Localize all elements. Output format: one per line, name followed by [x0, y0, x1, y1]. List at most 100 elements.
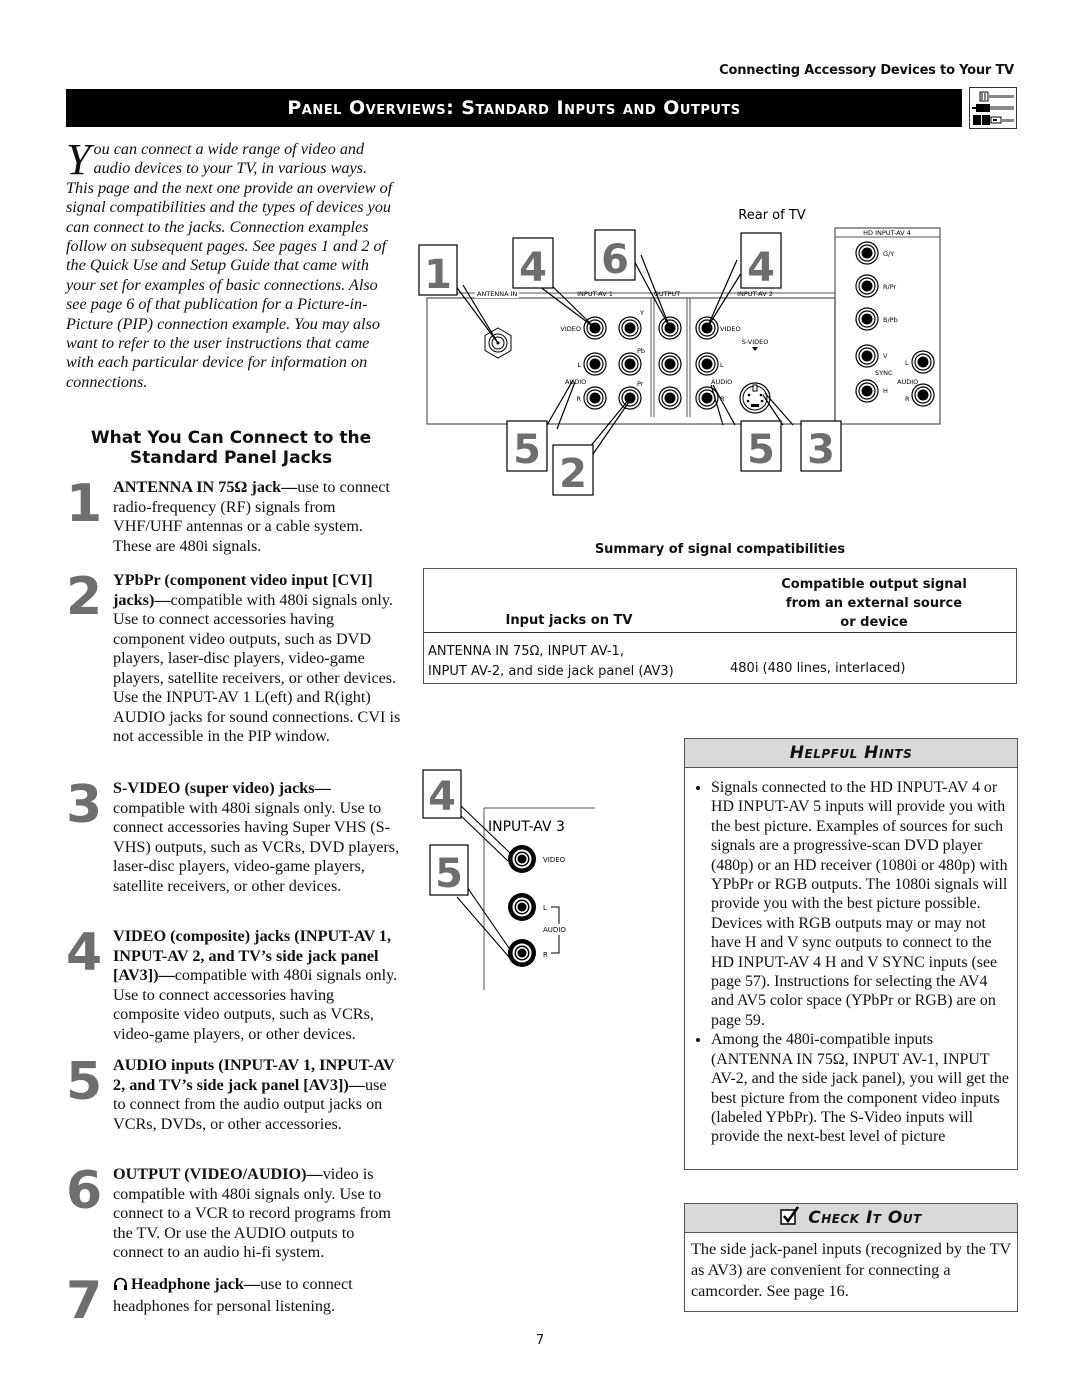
av1-section-label: INPUT-AV 1 — [577, 290, 613, 298]
list-item-3: 3 S-VIDEO (super video) jacks—compatible… — [66, 779, 401, 896]
page-number: 7 — [535, 1333, 545, 1348]
label-v: V — [883, 352, 888, 360]
label-audio: AUDIO — [565, 378, 586, 386]
table-header: Input jacks on TV Compatible output sign… — [424, 569, 1016, 633]
list-item-1: 1 ANTENNA IN 75Ω jack—use to connect rad… — [66, 478, 401, 556]
av3-audio-r-jack — [508, 939, 536, 967]
label-gy: G/Y — [883, 250, 894, 258]
callout-2: 2 — [559, 451, 587, 497]
callout-1: 1 — [424, 252, 452, 298]
item-title: AUDIO inputs (INPUT-AV 1, INPUT-AV 2, an… — [113, 1056, 395, 1094]
item-number: 6 — [66, 1161, 103, 1221]
callout-6: 6 — [601, 237, 629, 283]
helpful-hints-box: Helpful Hints Signals connected to the H… — [684, 738, 1018, 1170]
av2-audio-l-jack — [695, 352, 719, 376]
drop-cap: Y — [66, 135, 91, 184]
list-item-7: 7 Headphone jack—use to connect headphon… — [66, 1275, 401, 1327]
av4-gy-jack — [855, 241, 879, 265]
list-item-4: 4 VIDEO (composite) jacks (INPUT-AV 1, I… — [66, 927, 401, 1044]
callout-4a: 4 — [519, 245, 547, 291]
av1-audio-r-jack — [583, 386, 607, 410]
label-l: L — [905, 359, 909, 367]
check-it-out-text: The side jack-panel inputs (recognized b… — [691, 1240, 1011, 1300]
item-number: 7 — [66, 1271, 103, 1331]
side-panel-diagram: INPUT-AV 3 VIDEO L AUDIO R 4 5 — [415, 765, 595, 990]
summary-title: Summary of signal compatibilities — [594, 542, 846, 557]
item-number: 1 — [66, 474, 103, 534]
av4-v-sync-jack — [855, 344, 879, 368]
section-heading-line1: What You Can Connect to the — [90, 428, 372, 448]
item-number: 4 — [66, 923, 103, 983]
table-cell-inputs: ANTENNA IN 75Ω, INPUT AV-1, INPUT AV-2, … — [428, 644, 674, 679]
item-description: compatible with 480i signals only. Use t… — [113, 798, 400, 895]
item-number: 5 — [66, 1052, 103, 1112]
output-audio-l-jack — [658, 352, 682, 376]
running-head: Connecting Accessory Devices to Your TV — [719, 63, 1014, 78]
label-audio: AUDIO — [543, 926, 566, 934]
checkbox-check-icon — [780, 1205, 800, 1231]
hint-item: Signals connected to the HD INPUT-AV 4 o… — [711, 778, 1009, 1030]
label-video: VIDEO — [560, 325, 581, 333]
side-panel-title: INPUT-AV 3 — [488, 819, 565, 835]
label-h: H — [883, 387, 888, 395]
rear-panel-diagram: Rear of TV HD INPUT-AV 4 ANTENNA IN INPU… — [415, 195, 955, 505]
av1-y-jack — [618, 316, 642, 340]
label-r: R — [905, 395, 910, 403]
section-heading-line2: Standard Panel Jacks — [129, 448, 333, 468]
label-l: L — [577, 361, 581, 369]
callout-4: 4 — [428, 774, 456, 820]
label-audio: AUDIO — [711, 378, 732, 386]
check-it-out-box: Check It Out The side jack-panel inputs … — [684, 1203, 1018, 1312]
output-audio-r-jack — [658, 386, 682, 410]
rear-caption: Rear of TV — [738, 208, 805, 223]
label-y: Y — [639, 309, 644, 317]
av4-rpr-jack — [855, 274, 879, 298]
antenna-section-label: ANTENNA IN — [477, 290, 518, 298]
label-sync: SYNC — [875, 369, 893, 377]
item-title: ANTENNA IN 75Ω jack— — [113, 478, 298, 496]
av2-section-label: INPUT-AV 2 — [737, 290, 773, 298]
table-cell-signal: 480i (480 lines, interlaced) — [730, 661, 906, 676]
helpful-hints-title: Helpful Hints — [685, 739, 1017, 768]
item-number: 3 — [66, 775, 103, 835]
item-description: compatible with 480i signals only. Use t… — [113, 590, 401, 746]
list-item-2: 2 YPbPr (component video input [CVI] jac… — [66, 571, 401, 747]
label-svideo: S-VIDEO — [742, 338, 769, 346]
callout-5a: 5 — [513, 427, 541, 473]
label-pr: Pr — [637, 380, 644, 388]
av4-h-sync-jack — [855, 379, 879, 403]
headphone-icon — [113, 1277, 128, 1297]
check-it-out-header: Check It Out — [685, 1204, 1017, 1233]
callout-5: 5 — [435, 851, 463, 897]
label-r: R — [576, 395, 581, 403]
label-bpb: B/Pb — [883, 316, 898, 324]
label-rpr: R/Pr — [883, 283, 897, 291]
intro-text: ou can connect a wide range of video and… — [66, 140, 393, 391]
label-l: L — [543, 904, 547, 912]
intro-paragraph: You can connect a wide range of video an… — [66, 135, 396, 392]
av3-audio-l-jack — [508, 893, 536, 921]
av1-audio-l-jack — [583, 352, 607, 376]
signal-compatibility-table: Input jacks on TV Compatible output sign… — [423, 568, 1017, 684]
label-video: VIDEO — [720, 325, 741, 333]
label-pb: Pb — [637, 347, 645, 355]
section-heading: What You Can Connect to the Standard Pan… — [66, 428, 396, 468]
col-header-input-jacks: Input jacks on TV — [505, 613, 633, 628]
list-item-5: 5 AUDIO inputs (INPUT-AV 1, INPUT-AV 2, … — [66, 1056, 401, 1134]
callout-3: 3 — [807, 427, 835, 473]
item-title: S-VIDEO (super video) jacks— — [113, 779, 331, 797]
callout-5b: 5 — [747, 427, 775, 473]
callout-4b: 4 — [747, 245, 775, 291]
list-item-6: 6 OUTPUT (VIDEO/AUDIO)—video is compatib… — [66, 1165, 401, 1263]
col-header-compatible-signal: Compatible output signal from an externa… — [781, 577, 967, 630]
hd-av4-label: HD INPUT-AV 4 — [863, 229, 911, 237]
hints-list: Signals connected to the HD INPUT-AV 4 o… — [685, 778, 1009, 1147]
av4-audio-l-jack — [911, 350, 935, 374]
av3-video-jack — [508, 845, 536, 873]
page-title: Panel Overviews: Standard Inputs and Out… — [66, 89, 962, 127]
label-r: R — [543, 951, 548, 959]
item-title: OUTPUT (VIDEO/AUDIO)— — [113, 1165, 323, 1183]
check-it-out-title: Check It Out — [808, 1208, 922, 1228]
av1-pb-jack — [618, 352, 642, 376]
item-title: Headphone jack— — [131, 1275, 261, 1293]
